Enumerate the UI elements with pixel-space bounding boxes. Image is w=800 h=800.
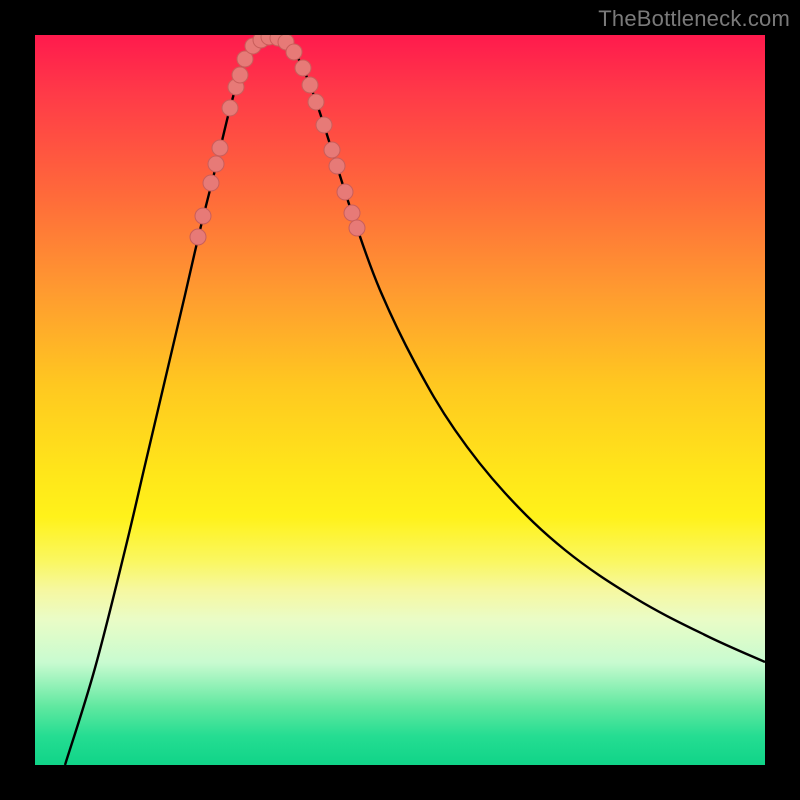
attribution-watermark: TheBottleneck.com bbox=[598, 6, 790, 32]
chart-frame: TheBottleneck.com bbox=[0, 0, 800, 800]
chart-plot-area bbox=[35, 35, 765, 765]
